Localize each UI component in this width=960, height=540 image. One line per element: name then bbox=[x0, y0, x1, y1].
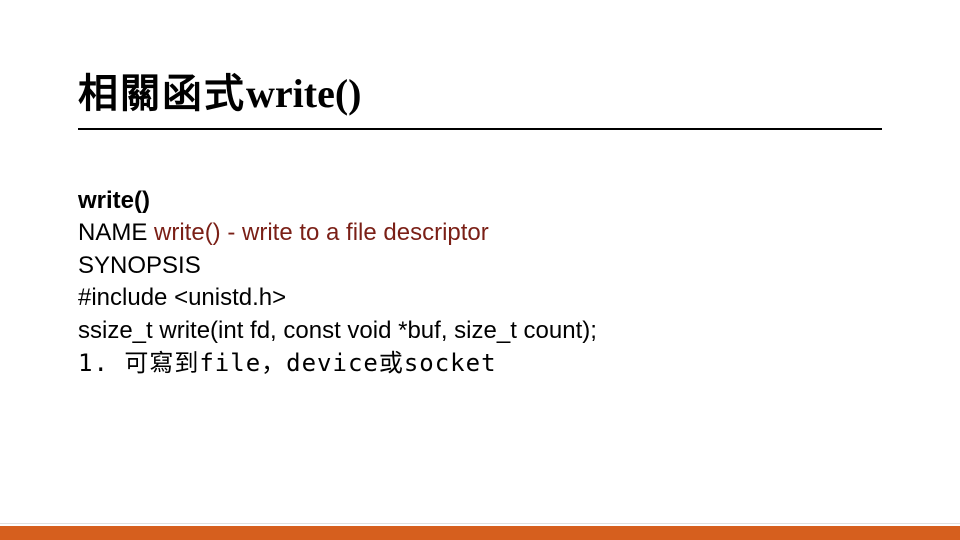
content-signature: ssize_t write(int fd, const void *buf, s… bbox=[78, 315, 882, 347]
content-subtitle: write() bbox=[78, 185, 882, 217]
name-desc: - write to a file descriptor bbox=[221, 219, 489, 246]
content-name-line: NAME write() - write to a file descripto… bbox=[78, 217, 882, 249]
slide: 相關函式write() write() NAME write() - write… bbox=[0, 0, 960, 540]
content-synopsis: SYNOPSIS bbox=[78, 250, 882, 282]
name-func: write() bbox=[154, 219, 221, 246]
content-note: 1. 可寫到file，device或socket bbox=[78, 347, 882, 379]
name-prefix: NAME bbox=[78, 219, 154, 246]
slide-content: write() NAME write() - write to a file d… bbox=[78, 185, 882, 379]
title-cjk: 相關函式 bbox=[78, 71, 246, 116]
content-include: #include <unistd.h> bbox=[78, 282, 882, 314]
footer-bar bbox=[0, 526, 960, 540]
title-latin: write() bbox=[246, 71, 361, 116]
slide-title: 相關函式write() bbox=[78, 70, 882, 130]
